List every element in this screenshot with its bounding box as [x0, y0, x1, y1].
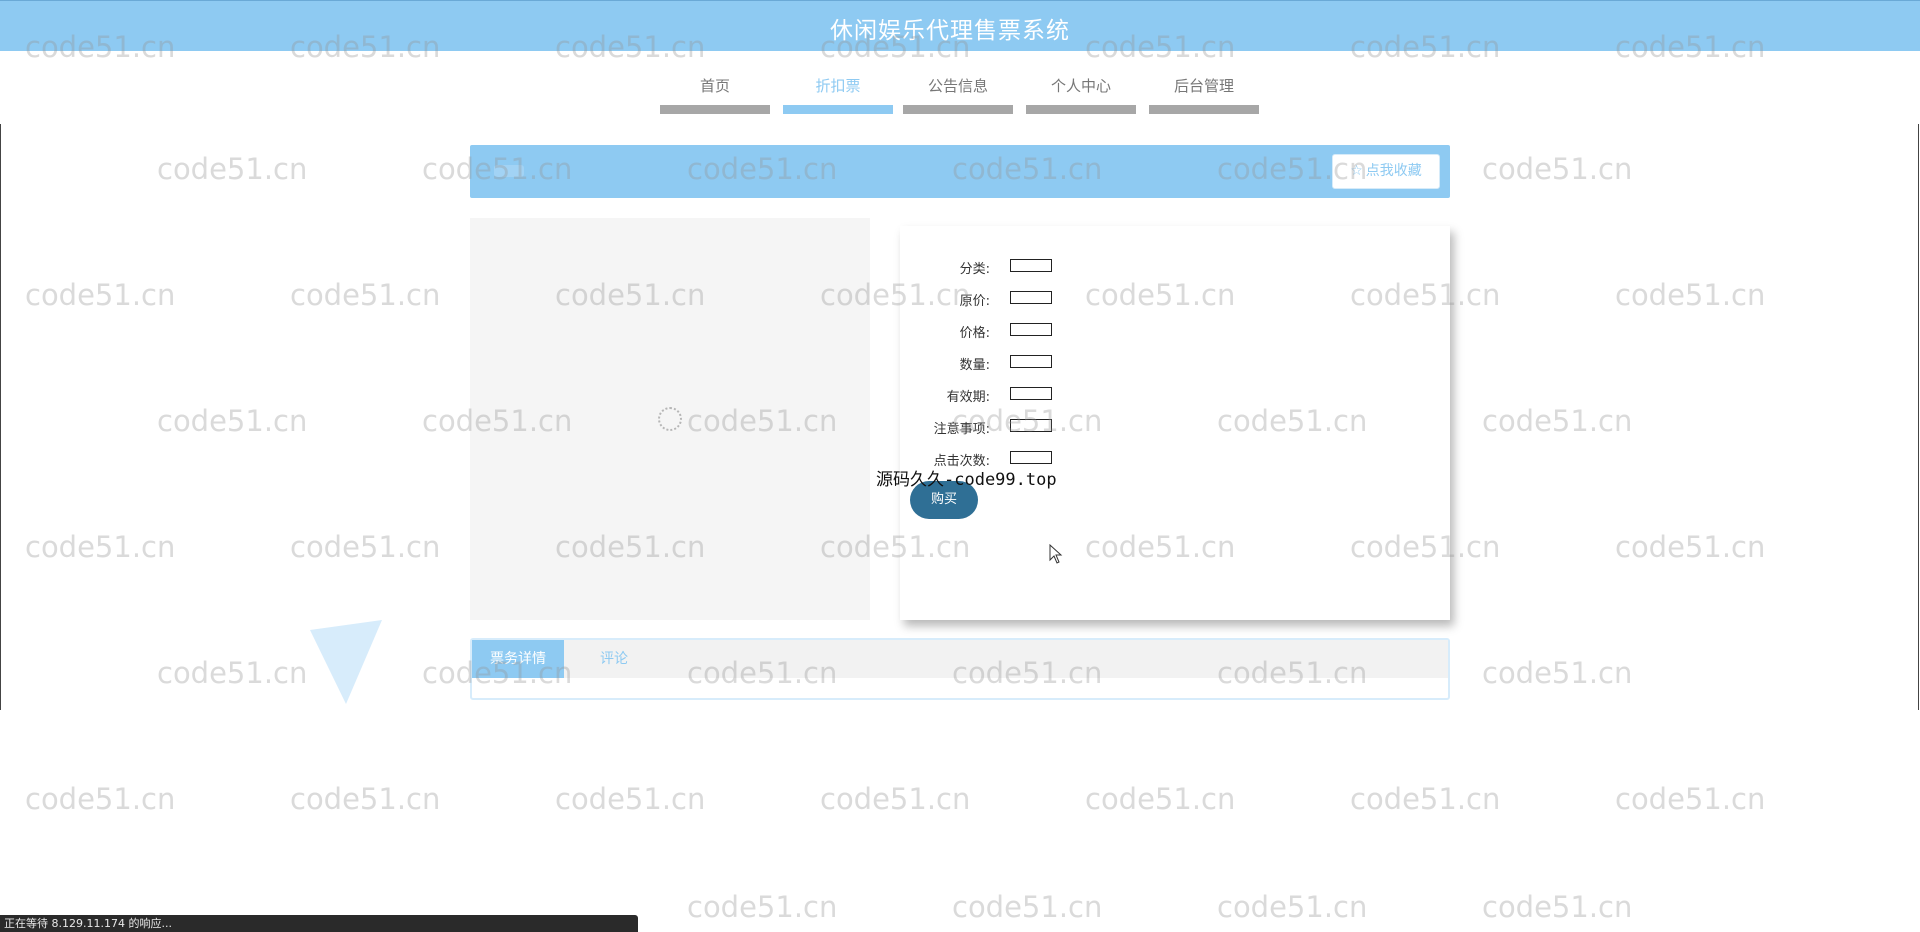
favorite-button[interactable]: ☆ 点我收藏 [1332, 154, 1440, 189]
nav-underline [1026, 105, 1136, 114]
tabs-header: 票务详情 评论 [472, 640, 1448, 678]
field-row-category: 分类: [900, 256, 1300, 277]
detail-title-bar: ☆ 点我收藏 [470, 145, 1450, 198]
field-label: 注意事项: [933, 422, 990, 437]
nav-item-personal-center[interactable]: 个人中心 [1026, 70, 1136, 114]
tab-ticket-details[interactable]: 票务详情 [472, 640, 564, 678]
watermark: code51.cn [1482, 890, 1633, 924]
star-icon: ☆ [1350, 163, 1363, 179]
nav-underline [783, 105, 893, 114]
field-value [1010, 419, 1052, 432]
nav-item-label: 个人中心 [1050, 77, 1111, 95]
field-label: 有效期: [946, 390, 990, 405]
browser-status-bar: 正在等待 8.129.11.174 的响应... [0, 915, 638, 932]
nav-item-label: 公告信息 [927, 77, 988, 95]
nav-underline [903, 105, 1013, 114]
watermark: code51.cn [290, 278, 441, 312]
product-info-panel: 分类: 原价: 价格: 数量: 有效期: 注意事项: 点击次数: 购买 [900, 226, 1450, 620]
field-label: 价格: [959, 326, 990, 341]
field-value [1010, 355, 1052, 368]
watermark: code51.cn [555, 782, 706, 816]
mouse-cursor-icon [1049, 544, 1063, 564]
watermark: code51.cn [1615, 782, 1766, 816]
field-label: 原价: [959, 294, 990, 309]
watermark: code51.cn [1217, 890, 1368, 924]
breadcrumb-chip[interactable] [494, 165, 524, 177]
watermark: code51.cn [1615, 278, 1766, 312]
nav-underline [1149, 105, 1259, 114]
watermark: code51.cn [952, 890, 1103, 924]
watermark: code51.cn [157, 152, 308, 186]
overlay-watermark-text: 源码久久-code99.top [876, 470, 1057, 490]
nav-item-discount-tickets[interactable]: 折扣票 [783, 70, 893, 114]
field-value [1010, 387, 1052, 400]
app-header: 休闲娱乐代理售票系统 [0, 0, 1920, 51]
watermark: code51.cn [1482, 656, 1633, 690]
field-value [1010, 259, 1052, 272]
watermark: code51.cn [1482, 152, 1633, 186]
watermark: code51.cn [157, 404, 308, 438]
nav-item-admin[interactable]: 后台管理 [1149, 70, 1259, 114]
tab-comments[interactable]: 评论 [564, 640, 664, 678]
nav-item-announcements[interactable]: 公告信息 [903, 70, 1013, 114]
nav-underline [660, 105, 770, 114]
field-row-validity: 有效期: [900, 384, 1300, 405]
field-value [1010, 323, 1052, 336]
field-row-price: 价格: [900, 320, 1300, 341]
detail-tabs: 票务详情 评论 [470, 638, 1450, 700]
field-row-original-price: 原价: [900, 288, 1300, 309]
watermark: code51.cn [290, 782, 441, 816]
decorative-triangle [310, 620, 382, 704]
field-row-quantity: 数量: [900, 352, 1300, 373]
watermark: code51.cn [820, 782, 971, 816]
watermark: code51.cn [1350, 782, 1501, 816]
page-frame-left [0, 124, 1, 710]
field-label: 分类: [959, 262, 990, 277]
main-nav: 首页 折扣票 公告信息 个人中心 后台管理 [0, 70, 1920, 115]
watermark: code51.cn [290, 530, 441, 564]
nav-item-label: 后台管理 [1173, 77, 1234, 95]
nav-item-label: 首页 [699, 77, 730, 95]
product-image-panel [470, 218, 870, 620]
app-title: 休闲娱乐代理售票系统 [830, 18, 1070, 44]
field-row-notes: 注意事项: [900, 416, 1300, 437]
nav-item-label: 折扣票 [815, 77, 861, 95]
watermark: code51.cn [25, 782, 176, 816]
loading-spinner-icon [658, 407, 682, 431]
watermark: code51.cn [1482, 404, 1633, 438]
watermark: code51.cn [25, 278, 176, 312]
favorite-label: 点我收藏 [1365, 163, 1422, 179]
watermark: code51.cn [1085, 782, 1236, 816]
watermark: code51.cn [1615, 530, 1766, 564]
field-value [1010, 451, 1052, 464]
page-frame-right [1918, 124, 1919, 710]
field-label: 数量: [959, 358, 990, 373]
watermark: code51.cn [157, 656, 308, 690]
watermark: code51.cn [25, 530, 176, 564]
nav-item-home[interactable]: 首页 [660, 70, 770, 114]
field-value [1010, 291, 1052, 304]
watermark: code51.cn [687, 890, 838, 924]
